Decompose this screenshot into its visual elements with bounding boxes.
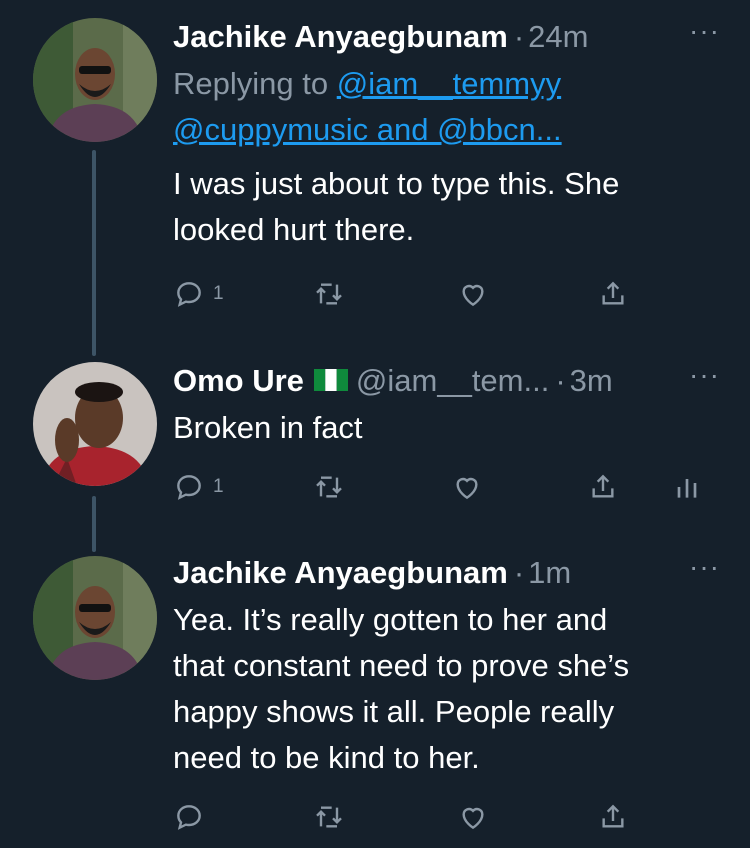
- thread-line-1: [92, 150, 96, 356]
- reply-icon: [177, 475, 201, 500]
- tweet-text-line: need to be kind to her.: [173, 740, 480, 775]
- heart-icon: [462, 807, 484, 830]
- reply-icon: [177, 805, 201, 830]
- author-name[interactable]: Jachike Anyaegbunam: [173, 553, 508, 593]
- reply-icon: [177, 282, 201, 307]
- reply-button[interactable]: 1: [173, 471, 224, 503]
- mention-link[interactable]: @iam__temmyy: [337, 66, 561, 101]
- analytics-icon: [677, 479, 697, 498]
- separator-dot: ·: [513, 19, 525, 54]
- tweet-text-line: happy shows it all. People really: [173, 694, 615, 729]
- more-options-icon[interactable]: ···: [689, 547, 720, 587]
- tweet-text-line: Broken in fact: [173, 410, 363, 445]
- reply-button[interactable]: [173, 801, 205, 833]
- avatar[interactable]: [33, 556, 157, 680]
- retweet-icon: [316, 283, 342, 305]
- more-options-icon[interactable]: ···: [689, 355, 720, 395]
- like-button[interactable]: [457, 278, 489, 310]
- avatar[interactable]: [33, 362, 157, 486]
- heart-icon: [462, 284, 484, 307]
- timestamp[interactable]: 3m: [570, 361, 613, 401]
- more-options-icon[interactable]: ···: [689, 11, 720, 51]
- thread-line-2: [92, 496, 96, 552]
- like-button[interactable]: [457, 801, 489, 833]
- reply-count: 1: [213, 476, 224, 497]
- heart-icon: [456, 477, 478, 500]
- tweet-text-line: I was just about to type this. She: [173, 166, 620, 201]
- timestamp[interactable]: 24m: [528, 17, 588, 57]
- author-name[interactable]: Omo Ure: [173, 361, 304, 401]
- share-button[interactable]: [587, 471, 619, 503]
- like-button[interactable]: [451, 471, 483, 503]
- retweet-icon: [316, 476, 342, 498]
- timestamp[interactable]: 1m: [528, 553, 571, 593]
- share-icon: [592, 474, 614, 498]
- analytics-button[interactable]: [671, 471, 703, 503]
- retweet-button[interactable]: [313, 278, 345, 310]
- tweet-text-line: Yea. It’s really gotten to her and: [173, 602, 608, 637]
- share-icon: [602, 804, 624, 828]
- replying-to: Replying to @iam__temmyy @cuppymusic and…: [173, 61, 720, 153]
- replying-to-label: Replying to: [173, 66, 329, 101]
- tweet-text: Yea. It’s really gotten to her and that …: [173, 597, 720, 781]
- tweet-text-line: that constant need to prove she’s: [173, 648, 630, 683]
- share-icon: [602, 281, 624, 305]
- share-button[interactable]: [597, 278, 629, 310]
- author-handle[interactable]: @iam__tem...: [356, 361, 549, 401]
- tweet-text: Broken in fact: [173, 405, 720, 451]
- separator-dot: ·: [555, 363, 566, 398]
- avatar[interactable]: [33, 18, 157, 142]
- mention-link[interactable]: @cuppymusic and @bbcn...: [173, 112, 562, 147]
- tweet-text-line: looked hurt there.: [173, 212, 415, 247]
- retweet-button[interactable]: [313, 471, 345, 503]
- retweet-button[interactable]: [313, 801, 345, 833]
- nigeria-flag-icon: [313, 369, 348, 391]
- tweet-text: I was just about to type this. She looke…: [173, 161, 720, 253]
- author-name[interactable]: Jachike Anyaegbunam: [173, 17, 508, 57]
- separator-dot: ·: [513, 555, 525, 590]
- share-button[interactable]: [597, 801, 629, 833]
- retweet-icon: [316, 806, 342, 828]
- reply-count: 1: [213, 283, 224, 304]
- reply-button[interactable]: 1: [173, 278, 224, 310]
